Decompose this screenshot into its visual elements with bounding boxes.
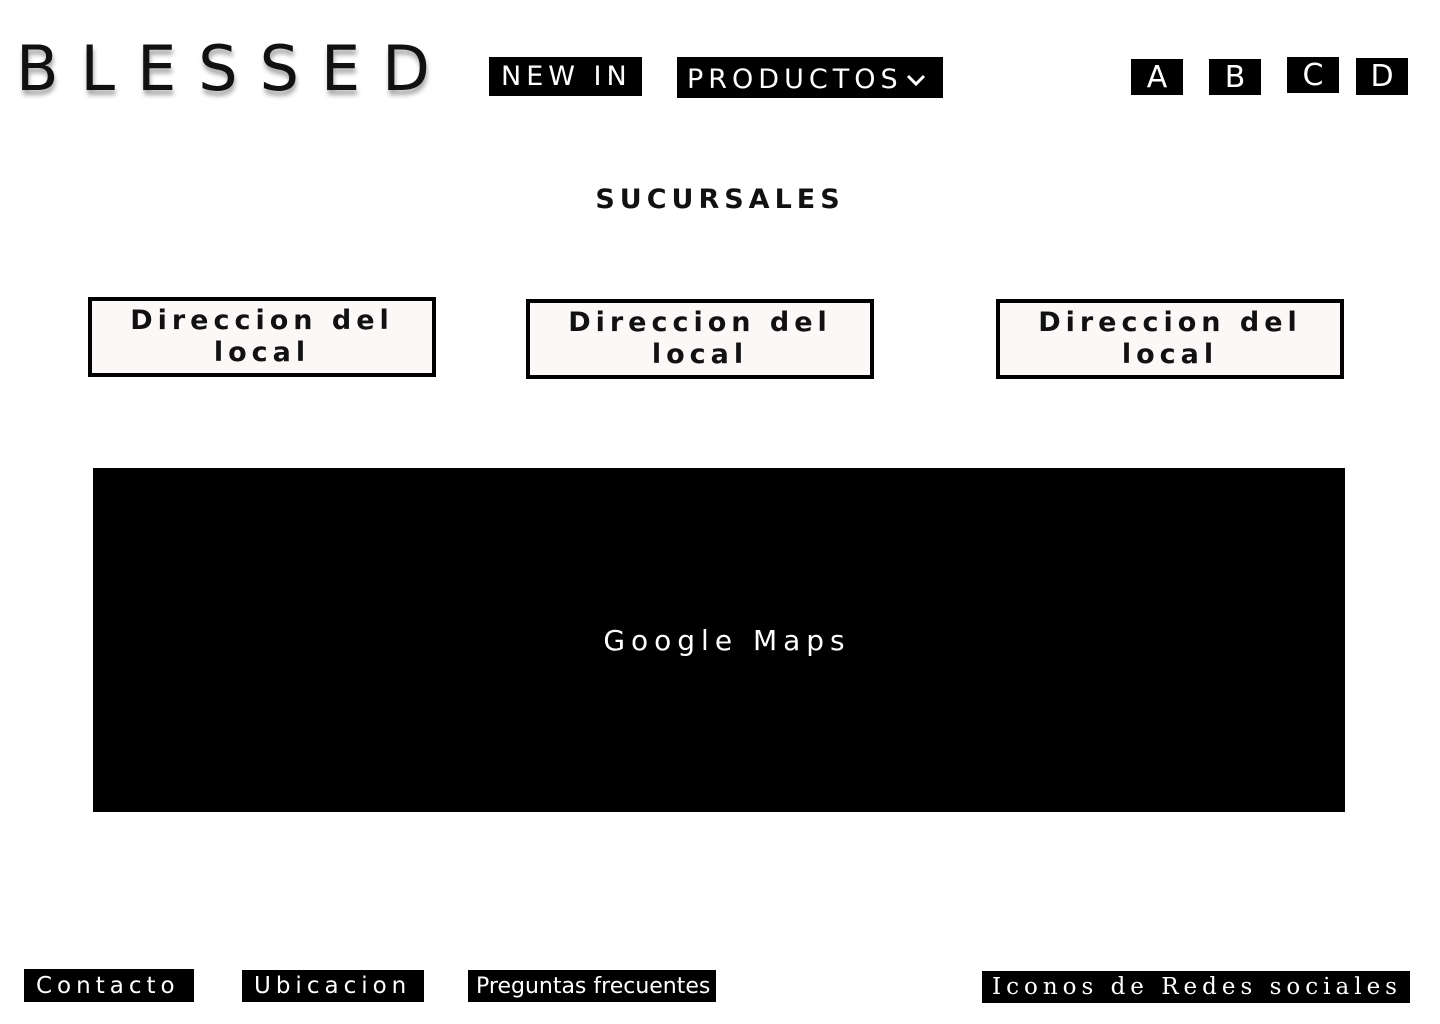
logo[interactable]: BLESSED	[16, 38, 452, 100]
address-card-label: Direccion del local	[568, 307, 832, 370]
footer-social-icons[interactable]: Iconos de Redes sociales	[982, 971, 1410, 1003]
footer-contacto-link[interactable]: Contacto	[24, 969, 194, 1002]
header-icon-c-label: C	[1302, 57, 1324, 93]
footer-faq-label: Preguntas frecuentes	[476, 973, 711, 999]
address-card-3[interactable]: Direccion del local	[996, 299, 1344, 379]
nav-new-in-label: NEW IN	[501, 61, 632, 92]
header-icon-a-label: A	[1146, 59, 1168, 95]
header-icon-d-label: D	[1370, 59, 1394, 94]
footer-ubicacion-label: Ubicacion	[254, 973, 412, 999]
header-icon-a-button[interactable]: A	[1131, 59, 1183, 95]
address-card-label: Direccion del local	[130, 305, 394, 368]
map-placeholder-label: Google Maps	[603, 623, 851, 657]
chevron-down-icon	[906, 74, 925, 86]
map-embed[interactable]: Google Maps	[93, 468, 1345, 812]
header-icon-c-button[interactable]: C	[1287, 57, 1339, 93]
footer-faq-link[interactable]: Preguntas frecuentes	[468, 970, 716, 1002]
footer-social-label: Iconos de Redes sociales	[992, 974, 1402, 1000]
page: BLESSED NEW IN PRODUCTOS A B C D SUCURSA…	[0, 0, 1440, 1024]
header-icon-b-button[interactable]: B	[1209, 59, 1261, 95]
header-icon-d-button[interactable]: D	[1356, 58, 1408, 95]
address-card-1[interactable]: Direccion del local	[88, 297, 436, 377]
nav-productos-dropdown[interactable]: PRODUCTOS	[677, 57, 943, 98]
address-card-2[interactable]: Direccion del local	[526, 299, 874, 379]
header-icon-b-label: B	[1224, 59, 1246, 95]
footer-ubicacion-link[interactable]: Ubicacion	[242, 970, 424, 1002]
page-title: SUCURSALES	[595, 184, 845, 215]
footer-contacto-label: Contacto	[36, 972, 180, 999]
nav-productos-label: PRODUCTOS	[687, 64, 903, 95]
address-card-label: Direccion del local	[1038, 307, 1302, 370]
nav-new-in-button[interactable]: NEW IN	[489, 57, 642, 96]
